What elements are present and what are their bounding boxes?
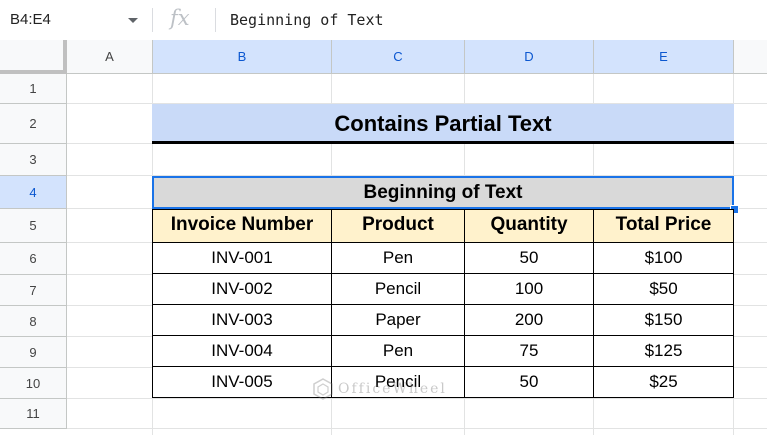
- table-cell[interactable]: Pen: [331, 242, 465, 274]
- row-header-9[interactable]: 9: [0, 337, 67, 368]
- table-cell[interactable]: $125: [593, 335, 734, 367]
- chevron-down-icon[interactable]: [128, 18, 138, 23]
- formula-bar: B4:E4 fx Beginning of Text: [0, 0, 767, 41]
- table-cell[interactable]: $100: [593, 242, 734, 274]
- select-all-corner[interactable]: [0, 40, 67, 74]
- table-header-invoice-number[interactable]: Invoice Number: [152, 209, 332, 243]
- table-header-total-price[interactable]: Total Price: [593, 209, 734, 243]
- row-header-1[interactable]: 1: [0, 74, 67, 104]
- row-header-7[interactable]: 7: [0, 275, 67, 306]
- table-cell[interactable]: INV-002: [152, 273, 332, 305]
- row-header-6[interactable]: 6: [0, 243, 67, 275]
- table-cell[interactable]: INV-003: [152, 304, 332, 336]
- table-cell[interactable]: INV-001: [152, 242, 332, 274]
- table-cell[interactable]: 100: [464, 273, 594, 305]
- table-cell[interactable]: 75: [464, 335, 594, 367]
- column-header-b[interactable]: B: [153, 40, 332, 74]
- row-header-2[interactable]: 2: [0, 104, 67, 144]
- fx-icon: fx: [170, 6, 190, 30]
- row-header-3[interactable]: 3: [0, 144, 67, 176]
- column-header-d[interactable]: D: [465, 40, 594, 74]
- table-cell[interactable]: $25: [593, 366, 734, 398]
- column-header-f[interactable]: [734, 40, 767, 74]
- table-header-quantity[interactable]: Quantity: [464, 209, 594, 243]
- row-header-5[interactable]: 5: [0, 209, 67, 243]
- table-cell[interactable]: 50: [464, 242, 594, 274]
- column-header-a[interactable]: A: [67, 40, 153, 74]
- row-header-4[interactable]: 4: [0, 176, 67, 209]
- table-cell[interactable]: Pencil: [331, 273, 465, 305]
- formula-input[interactable]: Beginning of Text: [230, 11, 384, 29]
- table-cell[interactable]: $50: [593, 273, 734, 305]
- subtitle-cell-selected[interactable]: Beginning of Text: [152, 176, 734, 209]
- table-header-product[interactable]: Product: [331, 209, 465, 243]
- table-cell[interactable]: INV-004: [152, 335, 332, 367]
- gridline: [67, 428, 767, 429]
- divider: [152, 8, 153, 32]
- column-header-c[interactable]: C: [332, 40, 465, 74]
- table-cell[interactable]: INV-005: [152, 366, 332, 398]
- sheet-title-cell[interactable]: Contains Partial Text: [152, 104, 734, 144]
- table-cell[interactable]: 50: [464, 366, 594, 398]
- table-cell[interactable]: Paper: [331, 304, 465, 336]
- gridline: [67, 398, 767, 399]
- table-cell[interactable]: 200: [464, 304, 594, 336]
- column-header-e[interactable]: E: [594, 40, 734, 74]
- table-cell[interactable]: $150: [593, 304, 734, 336]
- row-header-8[interactable]: 8: [0, 306, 67, 337]
- row-header-10[interactable]: 10: [0, 368, 67, 399]
- divider: [215, 8, 216, 32]
- row-header-11[interactable]: 11: [0, 399, 67, 429]
- table-cell[interactable]: Pen: [331, 335, 465, 367]
- table-cell[interactable]: Pencil: [331, 366, 465, 398]
